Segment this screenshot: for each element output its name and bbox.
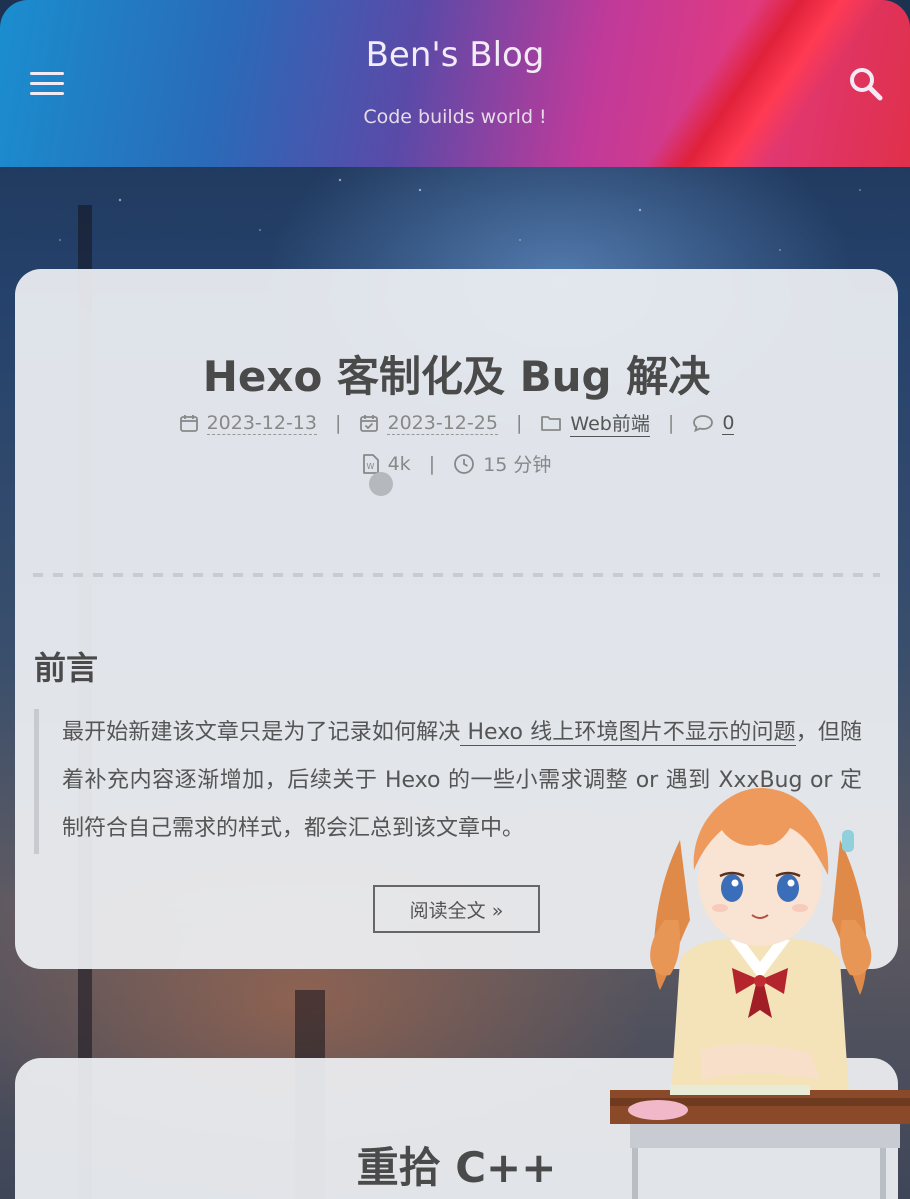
post-title[interactable]: Hexo 客制化及 Bug 解决 (15, 343, 898, 404)
post-category: Web前端 (540, 409, 650, 437)
wordcount-text: 4k (387, 452, 411, 475)
svg-text:W: W (366, 462, 374, 471)
post-comments: 0 (692, 412, 735, 435)
post-wordcount: W 4k (362, 453, 411, 475)
site-title[interactable]: Ben's Blog (0, 35, 910, 75)
post-updated-date: 2023-12-25 (359, 412, 498, 435)
meta-separator: | (428, 452, 436, 475)
post-divider (33, 573, 880, 577)
loading-dot (369, 472, 393, 496)
read-more-button[interactable]: 阅读全文 » (373, 885, 540, 933)
calendar-icon (179, 415, 198, 432)
word-file-icon: W (362, 453, 379, 474)
site-subtitle: Code builds world ! (363, 106, 547, 128)
site-header: Ben's Blog Code builds world ! (0, 0, 910, 167)
clock-icon (454, 453, 475, 474)
post-created-date: 2023-12-13 (179, 412, 317, 435)
meta-separator: | (667, 412, 675, 434)
created-date-text[interactable]: 2023-12-13 (206, 412, 317, 435)
meta-separator: | (515, 412, 523, 434)
category-link[interactable]: Web前端 (570, 409, 650, 437)
excerpt-text: 最开始新建该文章只是为了记录如何解决 (62, 720, 461, 745)
hamburger-line (30, 82, 64, 85)
live2d-mascot[interactable] (610, 780, 910, 1199)
search-icon (850, 68, 883, 101)
section-heading: 前言 (34, 649, 99, 687)
post-readtime: 15 分钟 (453, 450, 551, 477)
excerpt-link[interactable]: Hexo 线上环境图片不显示的问题 (460, 720, 796, 746)
folder-icon (541, 416, 562, 431)
updated-date-text[interactable]: 2023-12-25 (387, 412, 498, 435)
readtime-text: 15 分钟 (483, 454, 552, 476)
search-button[interactable] (848, 66, 884, 102)
comment-icon (693, 415, 714, 433)
meta-separator: | (335, 412, 342, 434)
calendar-check-icon (360, 415, 379, 432)
comments-count[interactable]: 0 (722, 412, 735, 435)
hamburger-line (30, 92, 64, 95)
post-stats: W 4k | 15 分钟 (15, 450, 898, 477)
post-meta: 2023-12-13 | 2023-12-25 | Web前端 | 0 (15, 409, 898, 437)
menu-button[interactable] (30, 72, 64, 96)
